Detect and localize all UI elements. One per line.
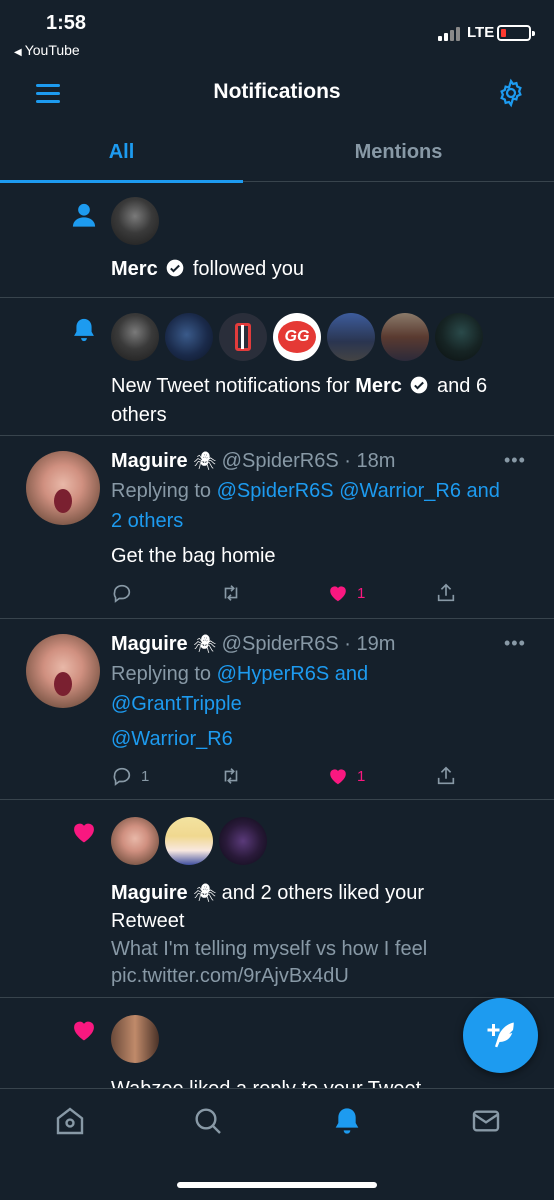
replying-to-others[interactable]: 2 others [111,510,183,533]
spider-emoji: 🕷 [193,883,217,903]
spider-emoji: 🕷 [193,451,217,471]
share-button[interactable] [435,581,457,605]
avatar-5[interactable] [327,313,375,361]
battery-icon [497,25,535,41]
home-indicator[interactable] [177,1182,377,1188]
notification-new-tweets[interactable]: GG New Tweet notifications for Merc and … [0,298,554,436]
retweet-icon [224,768,238,784]
reply-icon [113,584,131,603]
verified-badge-icon [411,376,428,394]
user-name[interactable]: Maguire [111,633,188,655]
back-to-app-link[interactable]: ◀ YouTube [14,42,80,58]
mail-icon[interactable] [470,1105,502,1137]
compose-tweet-button[interactable] [463,998,538,1073]
back-triangle-icon: ◀ [14,47,22,58]
page-title: Notifications [213,80,341,103]
tweet-time: · 18m [344,450,396,472]
quoted-tweet-text: What I'm telling myself vs how I feel [111,938,428,960]
heart-filled-icon [330,586,346,602]
bell-icon[interactable] [331,1105,363,1137]
reply-button[interactable] [111,581,141,605]
avatar-dark[interactable] [219,817,267,865]
tab-all[interactable]: All [0,124,243,183]
status-bar: 1:58 ◀ YouTube LTE [0,0,554,68]
user-name[interactable]: Merc [111,258,158,280]
status-time: 1:58 [46,12,87,34]
notification-reply[interactable]: Maguire 🕷 @SpiderR6S · 18m ••• Replying … [0,436,554,619]
user-name[interactable]: Maguire [111,450,188,472]
share-icon [437,766,455,785]
avatar-couple[interactable] [111,1015,159,1063]
avatar-4-gg-logo[interactable]: GG [273,313,321,361]
avatar-maguire[interactable] [26,451,100,525]
more-options-icon[interactable]: ••• [504,633,526,654]
reply-icon [113,767,131,786]
user-handle[interactable]: @SpiderR6S [222,450,339,472]
replying-to-user-2[interactable]: @GrantTripple [111,693,242,716]
retweet-icon [224,585,238,601]
heart-icon [74,823,94,843]
notification-like[interactable]: Maguire 🕷 and 2 others liked your Retwee… [0,800,554,998]
avatar-3-logo[interactable] [219,313,267,361]
avatar-maguire[interactable] [111,817,159,865]
signal-icon [438,27,462,41]
person-icon [72,203,96,227]
avatar-1[interactable] [111,313,159,361]
notification-feed[interactable]: Merc followed you GG New Tweet notificat… [0,183,554,1088]
replying-to-users[interactable]: @SpiderR6S @Warrior_R6 and [217,480,500,502]
user-name[interactable]: Maguire [111,882,188,904]
tweet-actions: 1 1 [111,764,471,788]
avatar-7[interactable] [435,313,483,361]
share-icon [437,583,455,602]
compose-tweet-icon [487,1022,514,1048]
home-icon[interactable] [54,1105,86,1137]
avatar-anime[interactable] [165,817,213,865]
network-label: LTE [467,24,495,41]
tab-mentions[interactable]: Mentions [277,124,520,182]
like-button[interactable]: 1 [327,764,365,788]
tweet-actions: 1 [111,581,471,605]
avatar-merc[interactable] [111,197,159,245]
verified-badge-icon [166,259,184,277]
notification-text: Wabzee liked a reply to your Tweet [111,1078,421,1088]
quoted-tweet-link[interactable]: pic.twitter.com/9rAjvBx4dU [111,965,349,988]
notification-text: followed you [192,258,305,280]
back-app-label: YouTube [24,42,80,58]
heart-filled-icon [330,769,346,785]
notification-text-line2: others [111,404,167,426]
tweet-body[interactable]: @Warrior_R6 [111,728,233,751]
reply-button[interactable]: 1 [111,764,149,788]
avatar-6[interactable] [381,313,429,361]
like-button[interactable]: 1 [327,581,365,605]
retweet-button[interactable] [219,764,251,788]
user-name[interactable]: Merc [355,375,402,397]
spider-emoji: 🕷 [193,634,217,654]
gear-icon[interactable] [496,78,526,108]
tweet-body: Get the bag homie [111,545,276,567]
header: Notifications [0,68,554,120]
tweet-time: · 19m [344,633,396,655]
search-icon[interactable] [192,1105,224,1137]
bell-icon [74,318,94,342]
tabs: All Mentions [0,124,554,183]
more-options-icon[interactable]: ••• [504,450,526,471]
notification-text-line2: Retweet [111,910,185,932]
replying-to-users[interactable]: @HyperR6S and [217,663,368,685]
avatar-2[interactable] [165,313,213,361]
notification-follow[interactable]: Merc followed you [0,183,554,298]
avatar-maguire[interactable] [26,634,100,708]
share-button[interactable] [435,764,457,788]
user-handle[interactable]: @SpiderR6S [222,633,339,655]
retweet-button[interactable] [219,581,251,605]
notification-reply[interactable]: Maguire 🕷 @SpiderR6S · 19m ••• Replying … [0,619,554,800]
heart-icon [74,1021,94,1041]
